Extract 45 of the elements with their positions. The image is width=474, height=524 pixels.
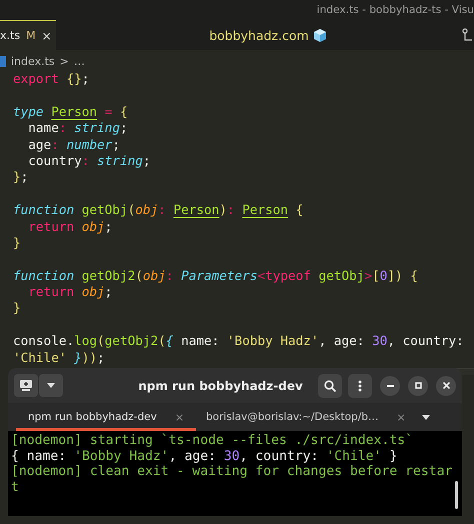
- site-name-label: bobbyhadz.com: [209, 28, 309, 42]
- window-title: index.ts - bobbyhadz-ts - Visu: [316, 4, 474, 16]
- code-line: return obj;: [27, 218, 112, 234]
- code-line: }: [13, 234, 21, 250]
- code-line: 'Chile' }));: [13, 350, 105, 365]
- terminal-output-line: [nodemon] starting `ts-node --files ./src/index.ts`: [11, 433, 414, 449]
- terminal-output-line: { name: 'Bobby Hadz', age: 30, country: 'Chile' }: [11, 448, 398, 464]
- dropdown-button[interactable]: [39, 374, 63, 397]
- code-line: };: [13, 169, 28, 184]
- code-line: age: number;: [27, 136, 120, 152]
- close-icon: [442, 382, 450, 389]
- new-tab-button[interactable]: [14, 374, 38, 397]
- new-tab-icon: [20, 380, 32, 391]
- minimize-button[interactable]: [380, 376, 400, 396]
- caret-icon[interactable]: [422, 414, 430, 420]
- terminal-output-line: [nodemon] clean exit - waiting for changes before restar: [11, 464, 452, 480]
- scrollbar[interactable]: [455, 481, 458, 509]
- search-icon: [324, 380, 336, 392]
- typescript-file-icon: [0, 56, 6, 67]
- code-line: type Person = {: [13, 104, 128, 119]
- search-button[interactable]: [318, 374, 342, 398]
- branch-icon[interactable]: [462, 28, 472, 42]
- code-line: function getObj(obj: Person): Person {: [13, 202, 304, 218]
- menu-icon: [358, 380, 362, 392]
- code-line: country: string;: [27, 152, 151, 168]
- maximize-icon: [414, 382, 422, 389]
- terminal-output-line: t: [11, 480, 19, 496]
- code-line: console.log(getObj2({ name: 'Bobby Hadz', age: 30, country:: [13, 333, 464, 348]
- breadcrumb-file[interactable]: index.ts: [11, 55, 55, 68]
- terminal-tab[interactable]: borislav@borislav:~/Desktop/b… ×: [196, 403, 416, 431]
- code-line: function getObj2(obj: Parameters<typeof getObj>[0]) {: [13, 268, 418, 283]
- menu-button[interactable]: [348, 374, 372, 398]
- caret-icon: [47, 383, 55, 388]
- terminal-title: npm run bobbyhadz-dev: [137, 378, 304, 392]
- code-line: export {};: [13, 71, 90, 86]
- code-line: return obj;: [27, 284, 112, 300]
- minimize-icon: [386, 384, 394, 386]
- breadcrumb-more[interactable]: …: [74, 55, 85, 68]
- code-line: }: [13, 300, 21, 316]
- breadcrumb-separator: >: [60, 55, 69, 68]
- editor-tab[interactable]: x.ts M ×: [0, 20, 56, 50]
- maximize-button[interactable]: [408, 376, 428, 396]
- cube-icon: [312, 28, 327, 42]
- close-button[interactable]: [436, 376, 456, 396]
- code-line: name: string;: [27, 120, 128, 136]
